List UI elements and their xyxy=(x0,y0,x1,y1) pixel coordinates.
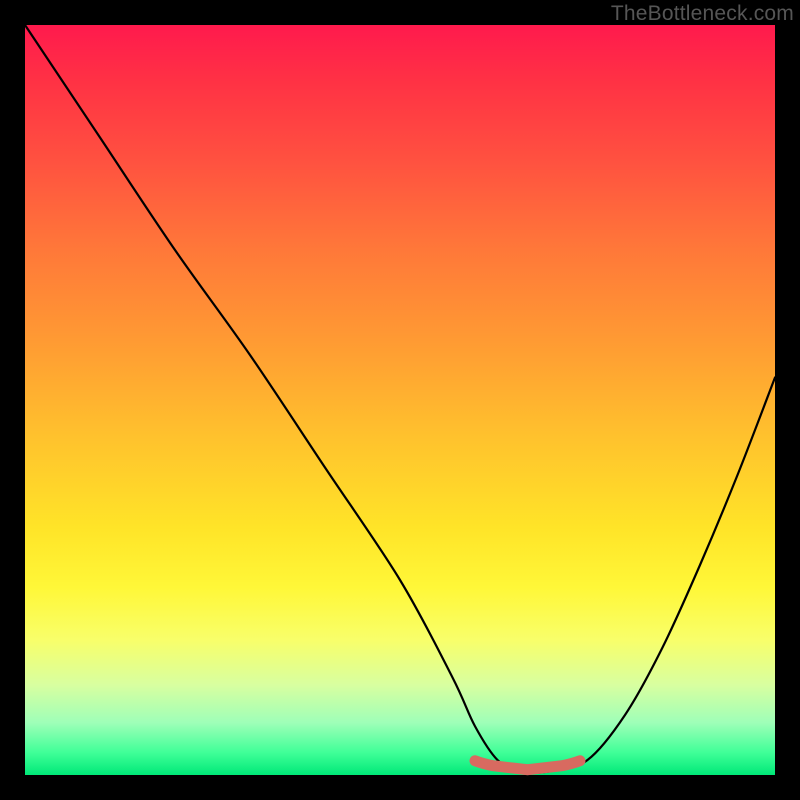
optimal-range-marker xyxy=(475,761,580,770)
watermark-text: TheBottleneck.com xyxy=(611,2,794,26)
bottleneck-curve xyxy=(25,25,775,773)
chart-svg xyxy=(25,25,775,775)
chart-frame: TheBottleneck.com xyxy=(0,0,800,800)
